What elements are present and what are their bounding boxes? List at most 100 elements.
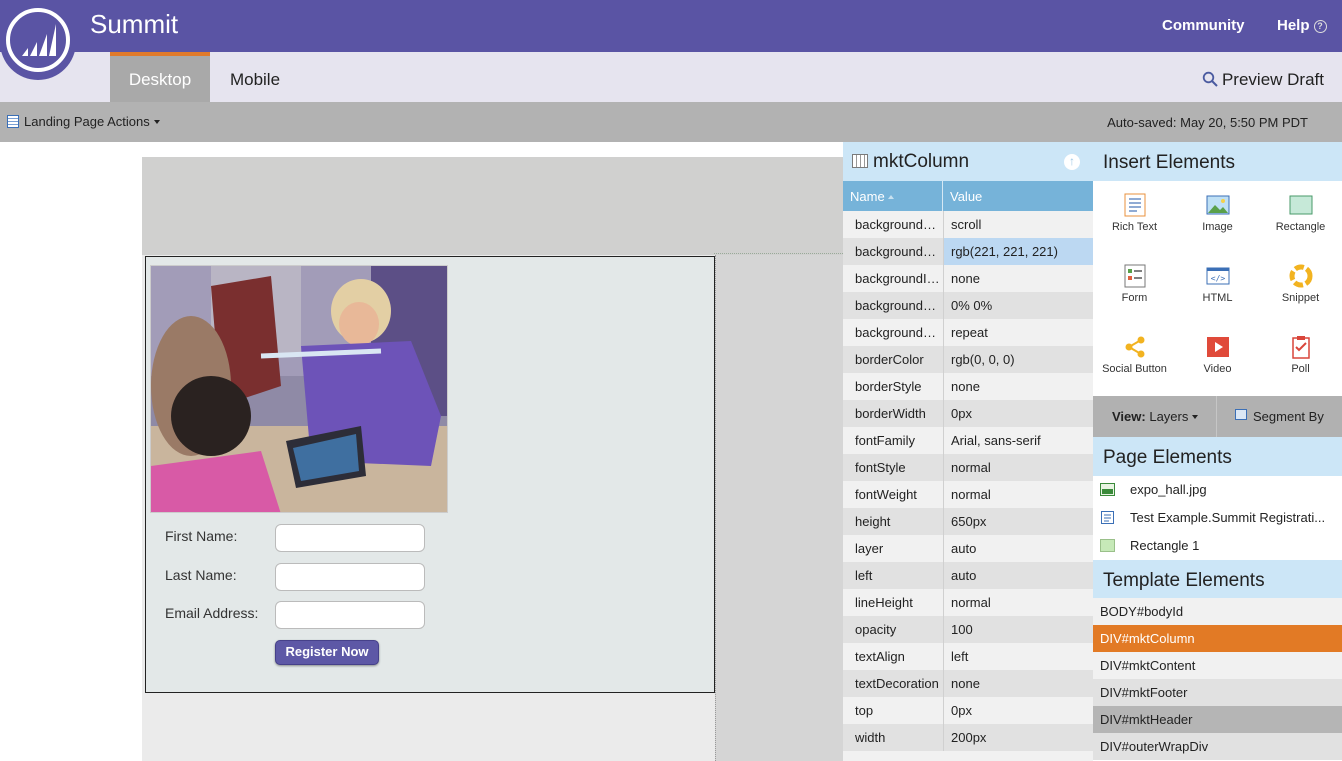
insert-social-button[interactable]: Social Button	[1093, 323, 1176, 395]
page-element-item[interactable]: expo_hall.jpg	[1093, 475, 1342, 503]
insert-element-label: Snippet	[1281, 292, 1320, 304]
mkt-column[interactable]: First Name: Last Name: Email Address: Re…	[145, 256, 715, 693]
property-row[interactable]: layer auto	[843, 535, 1093, 562]
insert-video[interactable]: Video	[1176, 323, 1259, 395]
value-column-header[interactable]: Value	[950, 189, 982, 204]
mkt-header-area[interactable]	[142, 157, 843, 255]
property-value[interactable]: rgb(221, 221, 221)	[943, 238, 1093, 265]
image-icon	[1100, 483, 1115, 496]
insert-snippet[interactable]: Snippet	[1259, 252, 1342, 324]
page-elements-heading: Page Elements	[1093, 437, 1342, 476]
template-element-item[interactable]: BODY#bodyId	[1093, 598, 1342, 625]
property-row[interactable]: left auto	[843, 562, 1093, 589]
property-value[interactable]: 0px	[943, 400, 1093, 427]
segment-by-label: Segment By	[1253, 409, 1324, 424]
property-value[interactable]: scroll	[943, 211, 1093, 238]
property-row[interactable]: fontFamily Arial, sans-serif	[843, 427, 1093, 454]
elements-panel: Insert Elements Rich Text Image Rectangle F…	[1093, 142, 1342, 761]
landing-page-actions-menu[interactable]: Landing Page Actions	[7, 114, 160, 129]
template-element-item[interactable]: DIV#mktContent	[1093, 652, 1342, 679]
rich-text-icon	[1100, 511, 1115, 524]
property-row[interactable]: borderWidth 0px	[843, 400, 1093, 427]
rectangle-icon	[1100, 539, 1115, 552]
property-name: left	[855, 568, 873, 583]
insert-html[interactable]: </> HTML	[1176, 252, 1259, 324]
property-row[interactable]: backgroundRepeatrepeat	[843, 319, 1093, 346]
insert-rich-text[interactable]: Rich Text	[1093, 181, 1176, 253]
tab-desktop[interactable]: Desktop	[110, 52, 210, 102]
property-value[interactable]: normal	[943, 454, 1093, 481]
property-row[interactable]: height 650px	[843, 508, 1093, 535]
template-element-item[interactable]: DIV#mktColumn	[1093, 625, 1342, 652]
property-value[interactable]: 200px	[943, 724, 1093, 751]
page-canvas[interactable]: First Name: Last Name: Email Address: Re…	[142, 157, 843, 761]
html-icon: </>	[1206, 264, 1230, 288]
property-name: backgroundColor	[855, 244, 941, 259]
property-row[interactable]: lineHeight normal	[843, 589, 1093, 616]
property-value[interactable]: 650px	[943, 508, 1093, 535]
property-row[interactable]: borderColor rgb(0, 0, 0)	[843, 346, 1093, 373]
property-value[interactable]: none	[943, 373, 1093, 400]
property-row[interactable]: textDecoration none	[843, 670, 1093, 697]
property-row[interactable]: backgroundColorrgb(221, 221, 221)	[843, 238, 1093, 265]
insert-image[interactable]: Image	[1176, 181, 1259, 253]
property-value[interactable]: 100	[943, 616, 1093, 643]
property-row[interactable]: backgroundAttachmentscroll	[843, 211, 1093, 238]
property-row[interactable]: width 200px	[843, 724, 1093, 751]
property-value[interactable]: auto	[943, 535, 1093, 562]
help-link[interactable]: Help?	[1277, 17, 1327, 34]
insert-element-label: Rich Text	[1111, 221, 1158, 233]
rectangle-icon	[1289, 193, 1313, 217]
property-row[interactable]: backgroundImagenone	[843, 265, 1093, 292]
property-row[interactable]: backgroundPosition0% 0%	[843, 292, 1093, 319]
insert-elements-heading: Insert Elements	[1093, 142, 1342, 181]
insert-rectangle[interactable]: Rectangle	[1259, 181, 1342, 253]
view-layers-dropdown[interactable]: View: Layers	[1093, 396, 1217, 437]
property-value[interactable]: normal	[943, 589, 1093, 616]
property-row[interactable]: borderStyle none	[843, 373, 1093, 400]
mkt-content-area[interactable]	[715, 255, 843, 761]
property-value[interactable]: Arial, sans-serif	[943, 427, 1093, 454]
community-link[interactable]: Community	[1162, 17, 1245, 34]
template-element-item[interactable]: DIV#mktFooter	[1093, 679, 1342, 706]
email-label: Email Address:	[165, 605, 259, 621]
property-value[interactable]: left	[943, 643, 1093, 670]
insert-element-label: Video	[1203, 363, 1232, 375]
expo-hall-image[interactable]	[150, 265, 448, 513]
email-field[interactable]	[275, 601, 425, 629]
property-row[interactable]: opacity 100	[843, 616, 1093, 643]
property-name: backgroundAttachment	[855, 217, 941, 232]
tab-mobile[interactable]: Mobile	[210, 52, 300, 102]
property-row[interactable]: fontWeight normal	[843, 481, 1093, 508]
property-value[interactable]: 0% 0%	[943, 292, 1093, 319]
property-value[interactable]: none	[943, 265, 1093, 292]
template-element-item[interactable]: DIV#outerWrapDiv	[1093, 733, 1342, 760]
page-element-item[interactable]: Rectangle 1	[1093, 531, 1342, 559]
register-now-button[interactable]: Register Now	[275, 640, 379, 665]
name-column-header[interactable]: Name	[850, 189, 894, 204]
property-value[interactable]: rgb(0, 0, 0)	[943, 346, 1093, 373]
snippet-icon	[1289, 264, 1313, 288]
property-value[interactable]: normal	[943, 481, 1093, 508]
property-row[interactable]: fontStyle normal	[843, 454, 1093, 481]
arrow-up-icon[interactable]: ↑	[1064, 154, 1080, 170]
property-value[interactable]: none	[943, 670, 1093, 697]
property-row[interactable]: top 0px	[843, 697, 1093, 724]
marketo-logo[interactable]	[0, 0, 76, 80]
first-name-field[interactable]	[275, 524, 425, 552]
segment-by-button[interactable]: Segment By	[1218, 396, 1342, 437]
property-row[interactable]: textAlign left	[843, 643, 1093, 670]
column-divider[interactable]	[942, 181, 943, 211]
last-name-field[interactable]	[275, 563, 425, 591]
insert-element-label: Image	[1202, 221, 1233, 233]
insert-poll[interactable]: Poll	[1259, 323, 1342, 395]
property-name: backgroundPosition	[855, 298, 941, 313]
preview-draft-button[interactable]: Preview Draft	[1202, 70, 1324, 90]
template-element-item[interactable]: DIV#mktHeader	[1093, 706, 1342, 733]
property-value[interactable]: auto	[943, 562, 1093, 589]
property-value[interactable]: repeat	[943, 319, 1093, 346]
property-value[interactable]: 0px	[943, 697, 1093, 724]
insert-elements-grid: Rich Text Image Rectangle Form </> HTML Snippe…	[1093, 181, 1342, 397]
insert-form[interactable]: Form	[1093, 252, 1176, 324]
page-element-item[interactable]: Test Example.Summit Registrati...	[1093, 503, 1342, 531]
